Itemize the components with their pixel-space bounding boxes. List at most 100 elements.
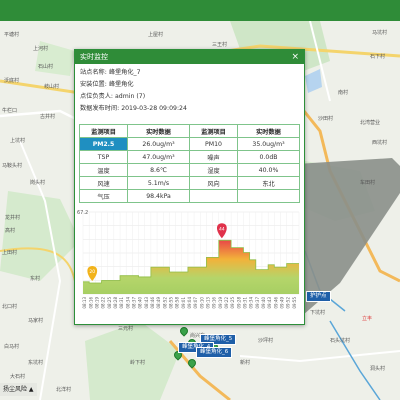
dialog-header: 实时监控 × <box>75 50 304 64</box>
x-tick-label: 09:25 <box>230 297 235 309</box>
metric-cell[interactable]: 风向 <box>188 176 239 190</box>
metric-cell[interactable]: PM10 <box>188 137 239 151</box>
map-label: 上屋村 <box>148 32 164 38</box>
value-cell: 8.6℃ <box>127 163 190 177</box>
x-tick-label: 09:55 <box>292 297 297 309</box>
x-tick-label: 08:46 <box>150 297 155 309</box>
info-value: admin (7) <box>115 93 146 100</box>
x-tick-label: 08:34 <box>125 297 130 309</box>
info-value: 峰堡角化 <box>108 81 134 88</box>
table-row: 温度 8.6℃ 湿度 40.0% <box>78 163 300 177</box>
map-label: 平塘村 <box>4 32 20 38</box>
value-cell: 东北 <box>237 176 300 190</box>
map-label: 马鞍头村 <box>2 163 23 169</box>
x-tick-label: 08:58 <box>175 297 180 309</box>
metric-cell[interactable]: 温度 <box>78 163 129 177</box>
table-row: TSP 47.0ug/m³ 噪声 0.0dB <box>78 150 300 164</box>
x-tick-label: 08:22 <box>101 297 106 309</box>
value-cell: 5.1m/s <box>127 176 190 190</box>
site-label[interactable]: 峰堡角化_6 <box>196 347 233 358</box>
map-label: 沙田村 <box>318 116 334 122</box>
x-tick-label: 08:16 <box>88 297 93 309</box>
info-row: 点位负责人: admin (7) <box>80 91 299 103</box>
x-tick-label: 09:28 <box>236 297 241 309</box>
map-label: 新村 <box>240 360 251 366</box>
site-label[interactable]: 护护点 <box>306 291 331 302</box>
metric-cell[interactable]: 湿度 <box>188 163 239 177</box>
map-label: 上田村 <box>2 250 18 256</box>
x-tick-label: 08:19 <box>94 297 99 309</box>
x-tick-label: 09:22 <box>224 297 229 309</box>
info-label: 站点名称: <box>80 69 107 76</box>
x-tick-label: 09:10 <box>199 297 204 309</box>
dialog-title: 实时监控 <box>80 53 108 61</box>
map-label: 三元村 <box>118 326 134 332</box>
map-label: 高村 <box>5 228 16 234</box>
x-tick-label: 08:43 <box>144 297 149 309</box>
map-label: 东坑村 <box>28 360 44 366</box>
table-row: PM2.5 26.0ug/m³ PM10 35.0ug/m³ <box>78 137 300 151</box>
value-cell: 35.0ug/m³ <box>237 137 300 151</box>
table-row: 风速 5.1m/s 风向 东北 <box>78 176 300 190</box>
metric-cell[interactable]: TSP <box>78 150 129 164</box>
value-cell: 0.0dB <box>237 150 300 164</box>
info-label: 安装位置: <box>80 81 107 88</box>
info-row: 安装位置: 峰堡角化 <box>80 79 299 91</box>
info-row: 数据发布时间: 2019-03-28 09:09:24 <box>80 103 299 115</box>
map-label: 石山村 <box>38 64 54 70</box>
x-tick-label: 08:31 <box>119 297 124 309</box>
map-label: 石下村 <box>370 54 386 60</box>
map-layer-toggle[interactable]: 扬尘风险 ▲ <box>0 383 37 396</box>
map-label: 岭下村 <box>130 360 146 366</box>
value-cell: 47.0ug/m³ <box>127 150 190 164</box>
info-value: 峰堡角化_7 <box>108 69 141 76</box>
metric-cell[interactable]: 风速 <box>78 176 129 190</box>
x-tick-label: 09:49 <box>280 297 285 309</box>
x-tick-label: 09:43 <box>267 297 272 309</box>
realtime-monitor-dialog: 实时监控 × 站点名称: 峰堡角化_7 安装位置: 峰堡角化 点位负责人: ad… <box>74 49 305 325</box>
map-label: 三王村 <box>212 42 228 48</box>
metric-cell[interactable]: 噪声 <box>188 150 239 164</box>
map-label: 北洋村 <box>56 387 72 393</box>
map-label: 沃底村 <box>4 78 20 84</box>
map-label: 岐山村 <box>44 84 60 90</box>
x-tick-label: 09:01 <box>181 297 186 309</box>
x-tick-label: 08:40 <box>138 297 143 309</box>
monitor-data-table: 监测项目 实时数据 监测项目 实时数据 PM2.5 26.0ug/m³ PM10… <box>78 124 300 203</box>
value-marker-icon[interactable]: 44 <box>216 223 227 239</box>
map-label: 白马村 <box>4 344 20 350</box>
table-header-row: 监测项目 实时数据 监测项目 实时数据 <box>78 124 300 138</box>
map-label: 马坑村 <box>372 30 388 36</box>
info-value: 2019-03-28 09:09:24 <box>121 105 187 112</box>
value-cell: 98.4kPa <box>127 189 190 203</box>
column-header: 实时数据 <box>127 124 190 138</box>
map-label: 大石村 <box>10 374 26 380</box>
x-tick-label: 09:40 <box>261 297 266 309</box>
map-label: 立丰 <box>362 316 373 322</box>
map-label: 下坑村 <box>310 310 326 316</box>
x-tick-label: 08:25 <box>107 297 112 309</box>
column-header: 实时数据 <box>237 124 300 138</box>
x-tick-label: 09:52 <box>286 297 291 309</box>
map-label: 上坑村 <box>10 138 26 144</box>
metric-cell <box>188 189 239 203</box>
metric-cell[interactable]: 气压 <box>78 189 129 203</box>
map-label: 马家村 <box>28 318 44 324</box>
x-tick-label: 09:07 <box>193 297 198 309</box>
column-header: 监测项目 <box>78 124 129 138</box>
y-axis-max-label: 67.2 <box>77 210 88 216</box>
x-tick-label: 08:13 <box>82 297 87 309</box>
x-tick-label: 09:34 <box>249 297 254 309</box>
x-tick-label: 09:37 <box>255 297 260 309</box>
value-cell: 26.0ug/m³ <box>127 137 190 151</box>
map-label: 西坑村 <box>372 140 388 146</box>
value-cell <box>237 189 300 203</box>
value-marker-icon[interactable]: 20 <box>87 266 98 282</box>
x-tick-label: 09:19 <box>218 297 223 309</box>
map-label: 岗头村 <box>30 180 46 186</box>
map-label: 上河村 <box>33 46 49 52</box>
metric-cell-selected[interactable]: PM2.5 <box>78 137 129 151</box>
map-label: 沙坪村 <box>258 338 274 344</box>
close-icon[interactable]: × <box>291 50 299 64</box>
info-label: 点位负责人: <box>80 93 114 100</box>
